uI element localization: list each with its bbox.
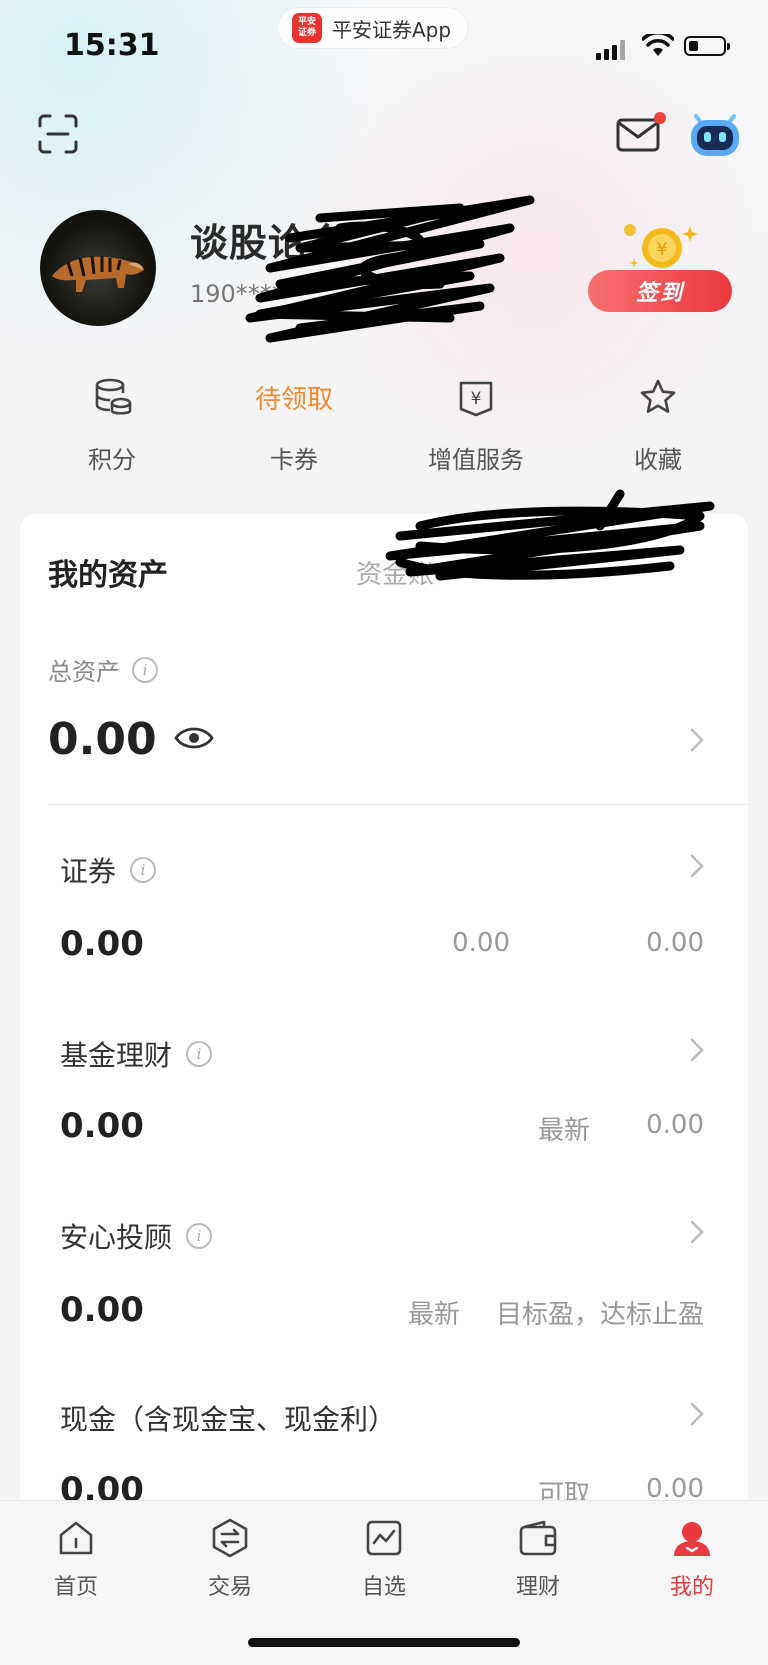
status-time: 15:31 — [64, 28, 160, 63]
tiger-avatar-image — [52, 255, 144, 292]
svg-text:¥: ¥ — [471, 389, 482, 409]
home-icon — [59, 1521, 93, 1555]
star-icon — [640, 379, 676, 413]
total-assets-label-text: 总资产 — [48, 658, 120, 686]
status-bar: 15:31 平安证券 平安证券App — [0, 0, 768, 96]
app-name: 平安证券App — [332, 17, 452, 42]
chevron-right-icon[interactable] — [690, 1220, 704, 1244]
username: 谈股论金 — [190, 221, 347, 265]
quick-action-label: 收藏 — [634, 446, 682, 474]
funds-col3: 0.00 — [646, 1110, 704, 1140]
nav-label: 我的 — [669, 1575, 714, 1600]
section-title-text: 证券 — [60, 855, 117, 888]
cellular-signal-icon — [596, 38, 625, 60]
svg-text:¥: ¥ — [656, 239, 667, 260]
app-logo-icon: 平安证券 — [292, 13, 322, 43]
advisory-value: 0.00 — [60, 1290, 144, 1330]
mail-icon[interactable] — [616, 118, 660, 152]
chevron-right-icon[interactable] — [690, 1402, 704, 1426]
scan-icon[interactable] — [38, 114, 78, 154]
assets-title: 我的资产 — [48, 558, 168, 593]
nav-wealth[interactable]: 理财 — [478, 1515, 598, 1601]
assets-card: 我的资产 资金账 总资产 i 0.00 证券 i 0.00 0.00 0.00 … — [20, 489, 748, 1514]
app-indicator-pill[interactable]: 平安证券 平安证券App — [278, 8, 468, 48]
securities-col3: 0.00 — [646, 928, 704, 958]
app-logo-text: 平安证券 — [297, 17, 316, 38]
yen-document-icon: ¥ — [459, 381, 493, 417]
gold-coin-icon: ¥ — [624, 224, 698, 268]
battery-icon — [684, 36, 730, 56]
chevron-right-icon[interactable] — [690, 854, 704, 878]
nav-label: 自选 — [361, 1575, 406, 1600]
assistant-robot-icon[interactable] — [688, 110, 742, 158]
info-icon[interactable]: i — [186, 1223, 213, 1249]
quick-action-label: 增值服务 — [428, 446, 524, 474]
info-icon[interactable]: i — [130, 857, 157, 883]
divider — [48, 804, 748, 805]
advisory-col3: 目标盈，达标止盈 — [495, 1300, 704, 1330]
chevron-right-icon[interactable] — [690, 1038, 704, 1062]
quick-action-points[interactable]: 积分 — [42, 372, 182, 475]
mail-unread-badge — [654, 112, 666, 124]
eye-icon[interactable] — [174, 724, 214, 752]
quick-action-label: 卡券 — [270, 446, 318, 474]
section-title-text: 现金（含现金宝、现金利） — [60, 1403, 397, 1436]
advisory-section-title[interactable]: 安心投顾 i — [60, 1216, 213, 1256]
checkin-widget[interactable]: ¥ 签到 — [588, 220, 732, 312]
nav-mine[interactable]: 我的 — [632, 1515, 752, 1601]
nav-watchlist[interactable]: 自选 — [324, 1515, 444, 1601]
home-indicator — [248, 1638, 520, 1647]
advisory-col2: 最新 — [407, 1300, 460, 1330]
wallet-icon — [519, 1520, 557, 1556]
user-icon — [674, 1522, 710, 1556]
avatar[interactable] — [40, 210, 156, 326]
funds-col2: 最新 — [537, 1116, 590, 1146]
nav-label: 交易 — [207, 1575, 252, 1600]
phone-number: 190**** — [190, 280, 284, 308]
nav-label: 理财 — [515, 1575, 560, 1600]
checkin-button[interactable]: 签到 — [588, 270, 732, 312]
funds-value: 0.00 — [60, 1106, 144, 1146]
securities-col2: 0.00 — [452, 928, 510, 958]
nav-label: 首页 — [53, 1575, 98, 1600]
wifi-icon — [642, 34, 674, 56]
info-icon[interactable]: i — [186, 1041, 213, 1067]
securities-section-title[interactable]: 证券 i — [60, 850, 157, 890]
pending-claim-text: 待领取 — [254, 384, 333, 415]
funds-section-title[interactable]: 基金理财 i — [60, 1034, 213, 1074]
info-icon[interactable]: i — [132, 656, 158, 683]
total-assets-value: 0.00 — [48, 714, 157, 765]
quick-action-value-added[interactable]: ¥ 增值服务 — [406, 372, 546, 475]
chevron-right-icon[interactable] — [690, 728, 704, 752]
exchange-icon — [212, 1518, 248, 1558]
quick-action-label: 积分 — [88, 446, 136, 474]
database-icon — [95, 378, 132, 415]
chart-icon — [366, 1520, 402, 1556]
cash-section-title[interactable]: 现金（含现金宝、现金利） — [60, 1398, 396, 1438]
total-assets-label: 总资产 i — [48, 652, 158, 687]
quick-action-favorites[interactable]: 收藏 — [588, 372, 728, 475]
section-title-text: 基金理财 — [60, 1039, 173, 1072]
quick-action-coupons[interactable]: 待领取 卡券 — [224, 372, 364, 475]
section-title-text: 安心投顾 — [60, 1221, 173, 1254]
securities-value: 0.00 — [60, 924, 144, 964]
nav-home[interactable]: 首页 — [16, 1515, 136, 1601]
fund-account-label[interactable]: 资金账 — [356, 554, 434, 591]
nav-trade[interactable]: 交易 — [170, 1515, 290, 1601]
